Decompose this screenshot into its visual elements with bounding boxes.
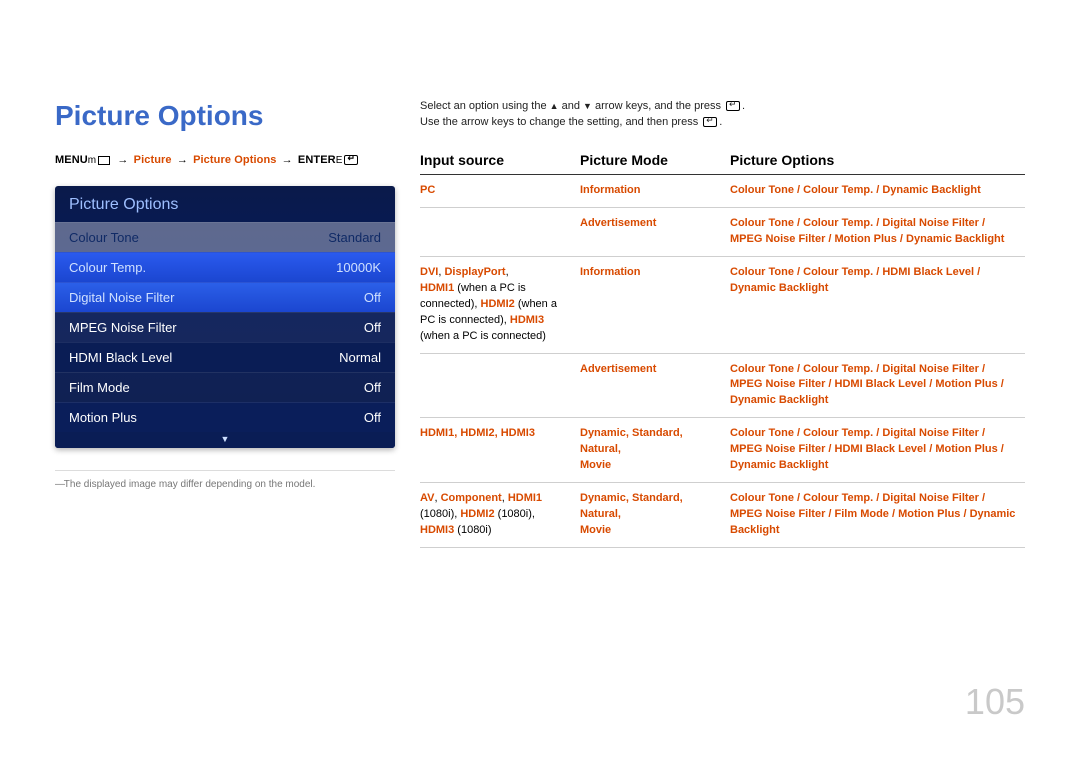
col-input-source: Input source bbox=[420, 152, 580, 168]
table-header: Input source Picture Mode Picture Option… bbox=[420, 152, 1025, 175]
up-arrow-icon: ▲ bbox=[550, 101, 559, 111]
cell-picture-mode: Dynamic, Standard, Natural,Movie bbox=[580, 426, 730, 474]
table-row: Advertisement Colour Tone / Colour Temp.… bbox=[420, 208, 1025, 257]
text: MPEG Noise Filter / HDMI Black Level / M… bbox=[730, 442, 1025, 458]
arrow-icon: → bbox=[115, 154, 130, 166]
text: Colour Tone / Colour Temp. / Digital Noi… bbox=[730, 362, 1025, 378]
osd-label: Colour Tone bbox=[69, 230, 139, 245]
osd-label: Film Mode bbox=[69, 380, 130, 395]
cell-picture-mode: Advertisement bbox=[580, 216, 730, 248]
page-title: Picture Options bbox=[55, 100, 395, 132]
osd-value: Off bbox=[364, 410, 381, 425]
enter-icon-label: E bbox=[336, 155, 343, 166]
cell-picture-mode: Information bbox=[580, 265, 730, 345]
osd-panel: Picture Options Colour Tone Standard Col… bbox=[55, 186, 395, 448]
osd-scroll-down-icon[interactable]: ▼ bbox=[55, 432, 395, 448]
osd-row-colour-tone[interactable]: Colour Tone Standard bbox=[55, 222, 395, 252]
enter-icon bbox=[726, 101, 740, 111]
menu-icon bbox=[98, 156, 110, 165]
osd-label: Motion Plus bbox=[69, 410, 137, 425]
enter-icon bbox=[703, 117, 717, 127]
text: Colour Tone / Colour Temp. / Digital Noi… bbox=[730, 426, 1025, 442]
text: Use the arrow keys to change the setting… bbox=[420, 116, 701, 128]
cell-picture-options: Colour Tone / Colour Temp. / Dynamic Bac… bbox=[730, 183, 1025, 199]
cell-input-source: AV, Component, HDMI1 (1080i), HDMI2 (108… bbox=[420, 491, 580, 539]
osd-title: Picture Options bbox=[55, 186, 395, 222]
enter-icon bbox=[344, 155, 358, 165]
breadcrumb-picture-options: Picture Options bbox=[193, 154, 276, 166]
col-picture-mode: Picture Mode bbox=[580, 152, 730, 168]
text: MPEG Noise Filter / HDMI Black Level / M… bbox=[730, 377, 1025, 393]
text: . bbox=[719, 116, 722, 128]
osd-label: Digital Noise Filter bbox=[69, 290, 174, 305]
osd-row-motion-plus[interactable]: Motion Plus Off bbox=[55, 402, 395, 432]
text: Backlight bbox=[730, 523, 1025, 539]
table-row: DVI, DisplayPort, HDMI1 (when a PC is co… bbox=[420, 257, 1025, 354]
menu-icon-label: m bbox=[88, 155, 96, 166]
osd-row-colour-temp[interactable]: Colour Temp. 10000K bbox=[55, 252, 395, 282]
osd-value: Off bbox=[364, 290, 381, 305]
text: MPEG Noise Filter / Motion Plus / Dynami… bbox=[730, 232, 1025, 248]
table-row: AV, Component, HDMI1 (1080i), HDMI2 (108… bbox=[420, 483, 1025, 548]
cell-picture-options: Colour Tone / Colour Temp. / Digital Noi… bbox=[730, 216, 1025, 248]
disclaimer-text: The displayed image may differ depending… bbox=[55, 479, 395, 490]
osd-value: Off bbox=[364, 380, 381, 395]
instruction-line-1: Select an option using the ▲ and ▼ arrow… bbox=[420, 100, 1025, 112]
arrow-icon: → bbox=[280, 154, 295, 166]
arrow-icon: → bbox=[175, 154, 190, 166]
osd-row-film-mode[interactable]: Film Mode Off bbox=[55, 372, 395, 402]
osd-row-mpeg-noise-filter[interactable]: MPEG Noise Filter Off bbox=[55, 312, 395, 342]
text: MPEG Noise Filter / Film Mode / Motion P… bbox=[730, 507, 1025, 523]
osd-label: HDMI Black Level bbox=[69, 350, 172, 365]
down-arrow-icon: ▼ bbox=[583, 101, 592, 111]
text: . bbox=[742, 100, 745, 112]
text: and bbox=[559, 100, 583, 112]
text: Colour Tone / Colour Temp. / Digital Noi… bbox=[730, 491, 1025, 507]
cell-picture-options: Colour Tone / Colour Temp. / Digital Noi… bbox=[730, 426, 1025, 474]
table-row: Advertisement Colour Tone / Colour Temp.… bbox=[420, 354, 1025, 419]
cell-input-source: PC bbox=[420, 183, 580, 199]
col-picture-options: Picture Options bbox=[730, 152, 1025, 168]
cell-picture-options: Colour Tone / Colour Temp. / Digital Noi… bbox=[730, 491, 1025, 539]
cell-input-source: DVI, DisplayPort, HDMI1 (when a PC is co… bbox=[420, 265, 580, 345]
osd-label: Colour Temp. bbox=[69, 260, 146, 275]
breadcrumb: MENUm → Picture → Picture Options → ENTE… bbox=[55, 154, 395, 166]
osd-value: 10000K bbox=[336, 260, 381, 275]
cell-picture-options: Colour Tone / Colour Temp. / Digital Noi… bbox=[730, 362, 1025, 410]
table-row: HDMI1, HDMI2, HDMI3 Dynamic, Standard, N… bbox=[420, 418, 1025, 483]
cell-input-source: HDMI1, HDMI2, HDMI3 bbox=[420, 426, 580, 474]
osd-label: MPEG Noise Filter bbox=[69, 320, 177, 335]
osd-value: Standard bbox=[328, 230, 381, 245]
cell-picture-mode: Information bbox=[580, 183, 730, 199]
osd-row-hdmi-black-level[interactable]: HDMI Black Level Normal bbox=[55, 342, 395, 372]
cell-picture-mode: Advertisement bbox=[580, 362, 730, 410]
page-number: 105 bbox=[965, 681, 1025, 723]
osd-row-digital-noise-filter[interactable]: Digital Noise Filter Off bbox=[55, 282, 395, 312]
text: Colour Tone / Colour Temp. / HDMI Black … bbox=[730, 265, 1025, 281]
breadcrumb-picture: Picture bbox=[134, 154, 172, 166]
text: Dynamic Backlight bbox=[730, 458, 1025, 474]
cell-picture-options: Colour Tone / Colour Temp. / HDMI Black … bbox=[730, 265, 1025, 345]
text: Select an option using the bbox=[420, 100, 550, 112]
osd-value: Normal bbox=[339, 350, 381, 365]
text: Colour Tone / Colour Temp. / Digital Noi… bbox=[730, 216, 1025, 232]
instruction-line-2: Use the arrow keys to change the setting… bbox=[420, 116, 1025, 128]
table-row: PC Information Colour Tone / Colour Temp… bbox=[420, 175, 1025, 208]
text: Dynamic Backlight bbox=[730, 393, 1025, 409]
text: Dynamic Backlight bbox=[730, 281, 1025, 297]
divider bbox=[55, 470, 395, 471]
osd-value: Off bbox=[364, 320, 381, 335]
text: arrow keys, and the press bbox=[592, 100, 724, 112]
breadcrumb-enter: ENTER bbox=[298, 154, 336, 166]
breadcrumb-menu: MENU bbox=[55, 154, 88, 166]
options-table: Input source Picture Mode Picture Option… bbox=[420, 152, 1025, 548]
cell-picture-mode: Dynamic, Standard, Natural,Movie bbox=[580, 491, 730, 539]
